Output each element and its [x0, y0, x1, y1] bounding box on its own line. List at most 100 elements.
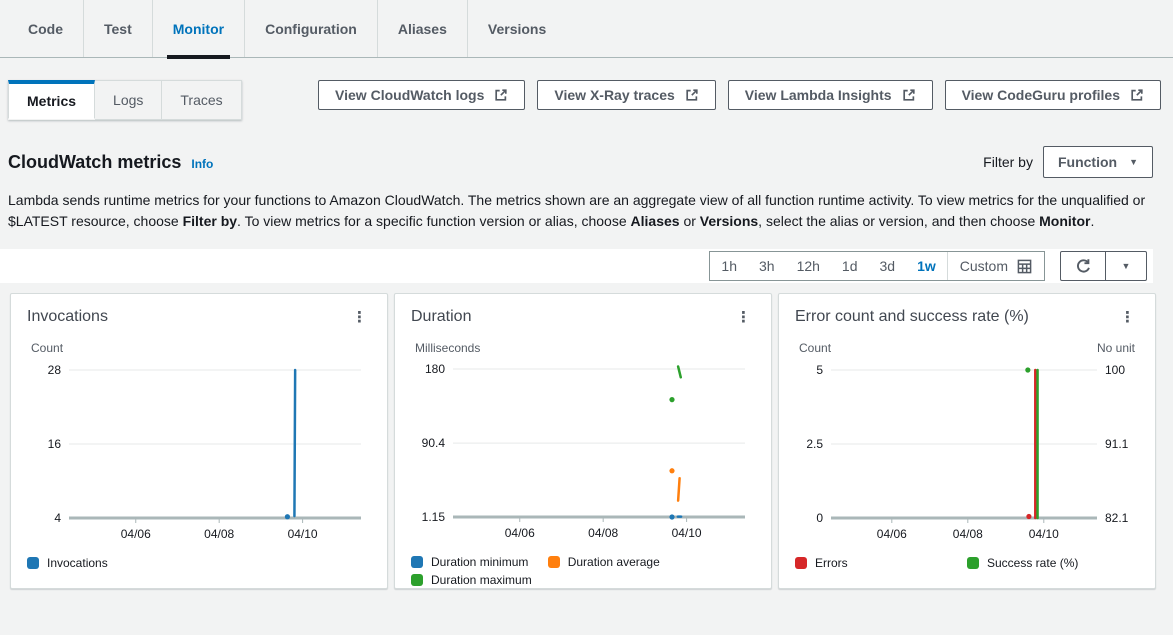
- button-label: View X-Ray traces: [554, 87, 674, 103]
- svg-text:04/10: 04/10: [1029, 527, 1059, 541]
- kebab-menu-icon[interactable]: ⋮: [1116, 308, 1139, 327]
- y-axis-label: Count: [31, 341, 63, 356]
- refresh-button[interactable]: [1061, 252, 1106, 280]
- calendar-icon: [1017, 259, 1032, 274]
- refresh-split-button: ▼: [1060, 251, 1147, 281]
- tab-configuration[interactable]: Configuration: [244, 0, 377, 57]
- external-link-icon: [902, 88, 916, 102]
- filter-by-dropdown[interactable]: Function ▼: [1043, 146, 1153, 178]
- svg-text:16: 16: [48, 437, 62, 451]
- svg-text:04/08: 04/08: [588, 526, 618, 540]
- custom-range-label: Custom: [960, 258, 1008, 274]
- page-title-group: CloudWatch metrics Info: [8, 152, 213, 173]
- kebab-menu-icon[interactable]: ⋮: [732, 308, 755, 327]
- series-dot-duration-average: [669, 468, 674, 473]
- svg-text:180: 180: [425, 362, 445, 376]
- svg-text:91.1: 91.1: [1105, 437, 1129, 451]
- view-cloudwatch-logs-button[interactable]: View CloudWatch logs: [318, 80, 525, 110]
- caret-down-icon: ▼: [1129, 157, 1138, 167]
- tab-monitor[interactable]: Monitor: [152, 0, 244, 57]
- svg-text:04/06: 04/06: [877, 527, 907, 541]
- chart-plot-errors: 082.12.591.1510004/0604/0804/10: [795, 362, 1141, 544]
- info-link[interactable]: Info: [191, 157, 213, 171]
- legend-item-errors[interactable]: Errors: [795, 556, 967, 570]
- button-label: View CloudWatch logs: [335, 87, 484, 103]
- series-dot-errors: [1026, 514, 1031, 519]
- series-dot-success-rate: [1025, 367, 1030, 372]
- chart-legend: Duration minimum Duration average Duration…: [411, 555, 755, 587]
- subtab-metrics[interactable]: Metrics: [8, 80, 95, 119]
- caret-down-icon: ▼: [1122, 261, 1131, 271]
- legend-label: Success rate (%): [987, 556, 1078, 570]
- legend-label: Errors: [815, 556, 848, 570]
- chart-card-duration: Duration ⋮ Milliseconds 1.1590.418004/06…: [394, 293, 772, 589]
- subtab-logs[interactable]: Logs: [95, 80, 162, 120]
- chart-plot-duration: 1.15 90.4 180 04/06 04/08 04/10: [411, 361, 757, 543]
- legend-item-duration-minimum[interactable]: Duration minimum: [411, 555, 532, 569]
- svg-text:1.15: 1.15: [422, 510, 446, 524]
- chart-title: Invocations: [27, 308, 108, 326]
- range-1w[interactable]: 1w: [906, 252, 947, 280]
- filter-by-value: Function: [1058, 154, 1117, 170]
- refresh-icon: [1075, 258, 1092, 275]
- metrics-header-row: CloudWatch metrics Info Filter by Functi…: [0, 120, 1173, 178]
- svg-text:4: 4: [54, 511, 61, 525]
- series-dot-duration-minimum: [669, 514, 674, 519]
- svg-text:2.5: 2.5: [806, 437, 823, 451]
- custom-range-button[interactable]: Custom: [947, 252, 1044, 280]
- legend-marker: [411, 556, 423, 568]
- refresh-options-button[interactable]: ▼: [1106, 252, 1146, 280]
- chart-plot-area: 1.15 90.4 180 04/06 04/08 04/10: [411, 361, 755, 543]
- subtab-traces[interactable]: Traces: [162, 80, 241, 120]
- svg-text:04/08: 04/08: [953, 527, 983, 541]
- range-1d[interactable]: 1d: [831, 252, 869, 280]
- y-axis-label-right: No unit: [1097, 341, 1135, 356]
- svg-text:04/06: 04/06: [121, 527, 151, 541]
- view-codeguru-profiles-button[interactable]: View CodeGuru profiles: [945, 80, 1161, 110]
- tab-test[interactable]: Test: [83, 0, 152, 57]
- chart-card-invocations: Invocations ⋮ Count 4 16 28 04/06 04/08 04/10…: [10, 293, 388, 589]
- series-line-duration-average: [678, 478, 679, 500]
- svg-text:90.4: 90.4: [422, 436, 446, 450]
- view-x-ray-traces-button[interactable]: View X-Ray traces: [537, 80, 715, 110]
- legend-label: Invocations: [47, 556, 108, 570]
- kebab-menu-icon[interactable]: ⋮: [348, 308, 371, 327]
- tab-aliases[interactable]: Aliases: [377, 0, 467, 57]
- tab-versions[interactable]: Versions: [467, 0, 566, 57]
- view-lambda-insights-button[interactable]: View Lambda Insights: [728, 80, 933, 110]
- range-3h[interactable]: 3h: [748, 252, 786, 280]
- legend-item-success-rate[interactable]: Success rate (%): [967, 556, 1139, 570]
- legend-label: Duration maximum: [431, 573, 532, 587]
- svg-text:04/08: 04/08: [204, 527, 234, 541]
- chart-plot-invocations: 4 16 28 04/06 04/08 04/10: [27, 362, 373, 544]
- chart-legend: Errors Success rate (%): [795, 556, 1139, 570]
- svg-text:04/06: 04/06: [505, 526, 535, 540]
- svg-text:04/10: 04/10: [672, 526, 702, 540]
- legend-label: Duration average: [568, 555, 660, 569]
- svg-text:82.1: 82.1: [1105, 511, 1129, 525]
- range-1h[interactable]: 1h: [710, 252, 748, 280]
- series-dot-invocations: [285, 514, 290, 519]
- external-link-icon: [1130, 88, 1144, 102]
- legend-marker: [967, 557, 979, 569]
- filter-by-group: Filter by Function ▼: [983, 146, 1153, 178]
- y-axis-label: Count: [799, 341, 831, 356]
- svg-text:0: 0: [816, 511, 823, 525]
- tab-code[interactable]: Code: [8, 0, 83, 57]
- time-range-band: 1h3h12h1d3d1w Custom ▼: [0, 249, 1153, 283]
- legend-item-duration-maximum[interactable]: Duration maximum: [411, 573, 532, 587]
- range-12h[interactable]: 12h: [786, 252, 831, 280]
- legend-item-duration-average[interactable]: Duration average: [548, 555, 660, 569]
- external-actions: View CloudWatch logs View X-Ray traces Vie…: [318, 80, 1165, 110]
- metrics-logs-traces-tabs: MetricsLogsTraces: [8, 80, 242, 120]
- svg-text:28: 28: [48, 363, 62, 377]
- legend-marker: [27, 557, 39, 569]
- time-range-options: 1h3h12h1d3d1w: [710, 252, 946, 280]
- svg-text:04/10: 04/10: [288, 527, 318, 541]
- monitor-subheader: MetricsLogsTraces View CloudWatch logsVi…: [0, 58, 1173, 120]
- series-dot-duration-maximum: [669, 397, 674, 402]
- chart-card-error-success: Error count and success rate (%) ⋮ Count…: [778, 293, 1156, 589]
- legend-item-invocations[interactable]: Invocations: [27, 556, 108, 570]
- range-3d[interactable]: 3d: [869, 252, 907, 280]
- button-label: View Lambda Insights: [745, 87, 892, 103]
